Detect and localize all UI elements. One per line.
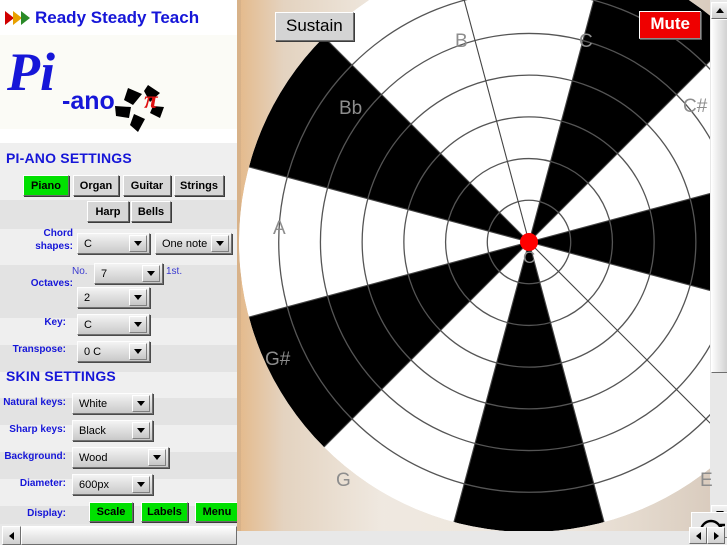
instrument-button-harp[interactable]: Harp <box>87 201 129 222</box>
instrument-button-organ[interactable]: Organ <box>73 175 119 196</box>
chevron-down-icon[interactable] <box>211 235 229 252</box>
display-button-scale[interactable]: Scale <box>89 502 133 522</box>
triangle-up-icon <box>715 8 724 13</box>
triangle-left-icon <box>9 531 14 540</box>
diameter-label: Diameter: <box>19 478 66 489</box>
button-label: Harp <box>95 205 121 218</box>
logo-pi-text: Pi <box>7 42 55 102</box>
instrument-button-guitar[interactable]: Guitar <box>123 175 171 196</box>
button-label: Scale <box>96 506 126 518</box>
wheel-panel: C B C Bb C# A G# G E Sustain Mute <box>237 0 727 545</box>
chevron-down-icon[interactable] <box>132 422 150 439</box>
page-title: PI-ANO SETTINGS <box>6 150 132 166</box>
button-label: Organ <box>79 179 113 192</box>
note-label-b: B <box>455 31 468 52</box>
chord-mode-select[interactable]: One note <box>155 233 232 254</box>
scroll-left-button[interactable] <box>2 526 21 545</box>
settings-panel: Ready Steady Teach Pi -ano π Copyright©H… <box>0 0 237 545</box>
button-label: Piano <box>31 179 61 192</box>
rotate-left-button[interactable] <box>689 527 707 544</box>
background-select[interactable]: Wood <box>72 447 169 468</box>
triangle-left-icon <box>695 531 701 540</box>
sustain-label: Sustain <box>286 16 343 35</box>
sharp-keys-label: Sharp keys: <box>9 424 66 435</box>
chevron-down-icon[interactable] <box>129 289 147 306</box>
triangle-right-icon <box>713 531 719 540</box>
mute-button[interactable]: Mute <box>639 11 701 39</box>
wheel-vscroll-thumb[interactable] <box>711 19 727 373</box>
scroll-up-button[interactable] <box>711 2 727 19</box>
chevron-down-icon[interactable] <box>148 449 166 466</box>
sharp-keys-select[interactable]: Black <box>72 420 153 441</box>
note-label-gsharp: G# <box>265 349 291 370</box>
natural-keys-select[interactable]: White <box>72 393 153 414</box>
display-label: Display: <box>27 508 66 519</box>
diameter-value: 600px <box>79 478 109 491</box>
octaves-label: Octaves: <box>30 278 73 289</box>
transpose-select[interactable]: 0 C <box>77 341 150 362</box>
key-value: C <box>84 318 92 331</box>
wheel-hscrollbar[interactable] <box>237 531 710 545</box>
instrument-button-piano[interactable]: Piano <box>23 175 69 196</box>
logo-ano-text: -ano <box>62 87 115 115</box>
octaves-start-value: 2 <box>84 291 91 304</box>
pinwheel-star-icon <box>115 85 164 132</box>
octaves-count-value: 7 <box>101 267 108 280</box>
transpose-label: Transpose: <box>12 344 66 355</box>
chord-shapes-label-2: shapes: <box>35 241 73 252</box>
key-select[interactable]: C <box>77 314 150 335</box>
rotate-right-button[interactable] <box>707 527 725 544</box>
key-label: Key: <box>44 317 66 328</box>
brand-header: Ready Steady Teach <box>0 0 237 35</box>
display-button-menu[interactable]: Menu <box>195 502 237 522</box>
chevron-down-icon[interactable] <box>132 476 150 493</box>
natural-keys-value: White <box>79 397 108 410</box>
logo-area: Pi -ano π Copyright©Hints Ltd 2008. All … <box>0 35 237 174</box>
sharp-keys-value: Black <box>79 424 106 437</box>
natural-keys-label: Natural keys: <box>3 397 66 408</box>
background-value: Wood <box>79 451 108 464</box>
instrument-button-strings[interactable]: Strings <box>174 175 224 196</box>
button-label: Bells <box>137 205 165 218</box>
octaves-no-label: No. <box>72 266 88 277</box>
note-label-c: C <box>579 31 593 52</box>
note-label-center: C <box>523 248 536 267</box>
chevron-down-icon[interactable] <box>142 265 160 282</box>
mute-label: Mute <box>650 14 690 33</box>
note-label-csharp: C# <box>683 96 708 117</box>
note-label-bb: Bb <box>339 98 363 119</box>
note-label-e: E <box>700 470 713 491</box>
brand-title: Ready Steady Teach <box>35 7 200 27</box>
sustain-button[interactable]: Sustain <box>275 12 354 41</box>
settings-hscroll-thumb[interactable] <box>21 526 237 545</box>
instrument-button-bells[interactable]: Bells <box>131 201 171 222</box>
chevron-down-icon[interactable] <box>132 395 150 412</box>
chord-root-select[interactable]: C <box>77 233 150 254</box>
display-button-labels[interactable]: Labels <box>141 502 188 522</box>
octaves-count-select[interactable]: 7 <box>94 263 163 284</box>
chevron-down-icon[interactable] <box>129 343 147 360</box>
button-label: Labels <box>147 506 182 518</box>
button-label: Menu <box>202 506 232 518</box>
triple-chevron-icon <box>5 10 31 25</box>
octaves-first-label: 1st. <box>166 266 183 277</box>
transpose-value: 0 C <box>84 345 102 358</box>
note-label-g: G <box>336 470 351 491</box>
app-window: Ready Steady Teach Pi -ano π Copyright©H… <box>0 0 727 545</box>
chord-shapes-label-1: Chord <box>43 228 73 239</box>
chord-mode-value: One note <box>162 237 208 250</box>
button-label: Guitar <box>130 179 164 192</box>
background-label: Background: <box>4 451 66 462</box>
octaves-start-select[interactable]: 2 <box>77 287 150 308</box>
piano-wheel[interactable]: C B C Bb C# A G# G E <box>239 0 727 532</box>
pi-symbol: π <box>144 87 158 114</box>
chevron-down-icon[interactable] <box>129 316 147 333</box>
note-label-a: A <box>273 218 286 239</box>
piano-wheel-svg[interactable] <box>239 0 727 532</box>
button-label: Strings <box>180 179 218 192</box>
skin-settings-title: SKIN SETTINGS <box>6 368 116 384</box>
chord-root-value: C <box>84 237 92 250</box>
diameter-select[interactable]: 600px <box>72 474 153 495</box>
chevron-down-icon[interactable] <box>129 235 147 252</box>
